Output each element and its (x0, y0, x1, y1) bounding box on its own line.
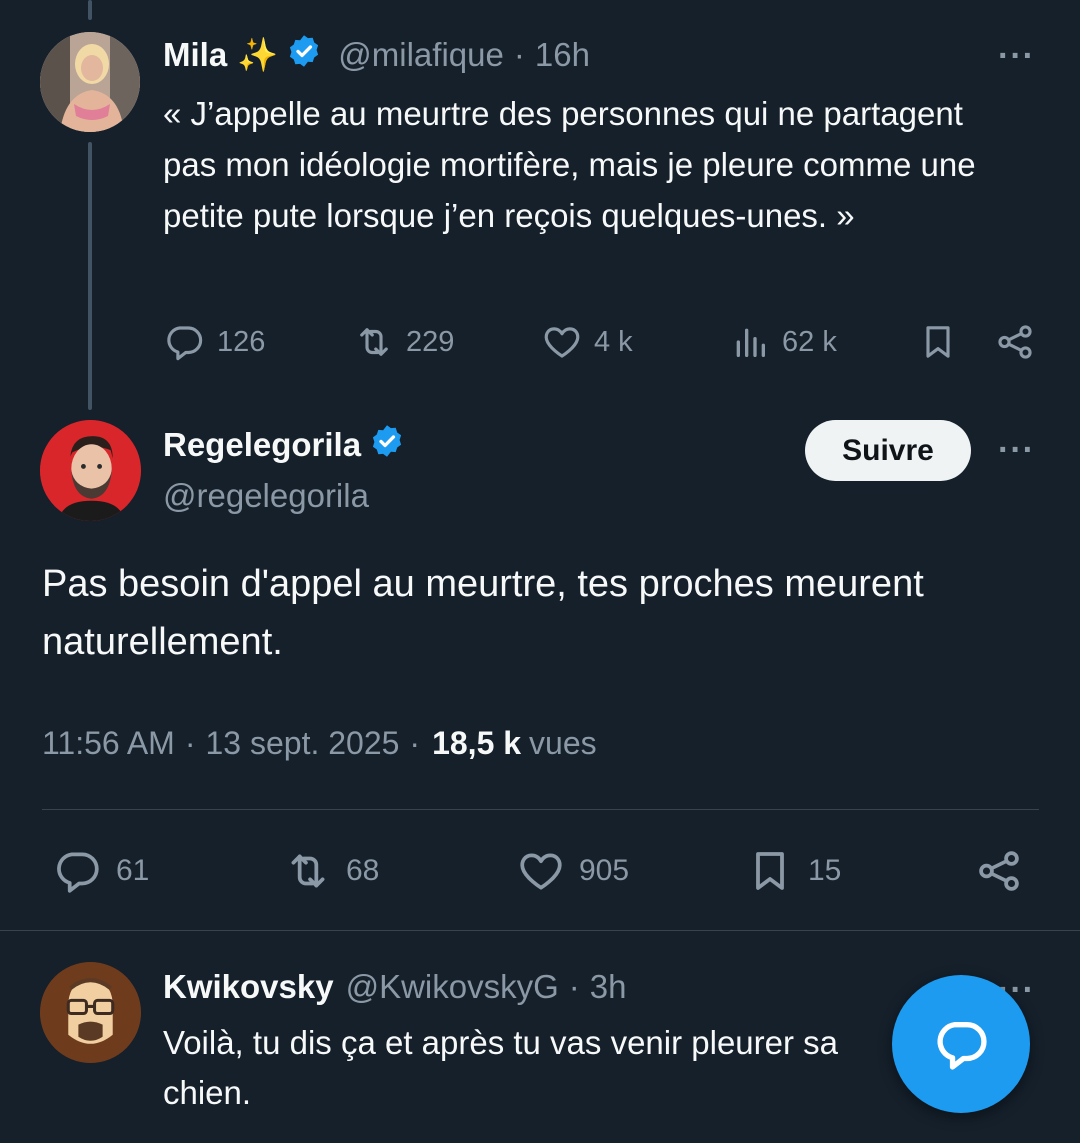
reply-icon (167, 326, 203, 361)
share-button[interactable] (974, 846, 1024, 896)
like-button[interactable]: 4 k (540, 320, 633, 364)
bookmark-icon (926, 326, 950, 358)
author-name[interactable]: Regelegorila (163, 426, 361, 464)
retweet-icon (360, 328, 388, 356)
retweet-button[interactable]: 229 (352, 320, 454, 364)
reply-count: 126 (217, 325, 266, 358)
views-count: 62 k (782, 325, 837, 358)
author-handle[interactable]: @regelegorila (163, 474, 369, 518)
retweet-count: 229 (406, 325, 455, 358)
verified-icon[interactable] (286, 33, 322, 77)
author-handle[interactable]: @KwikovskyG (346, 968, 559, 1006)
share-icon (998, 325, 1032, 359)
like-count: 905 (579, 854, 630, 887)
like-icon (520, 853, 562, 890)
tweet-time[interactable]: 11:56 AM (42, 725, 175, 762)
verified-icon[interactable] (369, 423, 405, 467)
tweet-text: « J’appelle au meurtre des personnes qui… (163, 95, 976, 234)
bookmark-count: 15 (808, 854, 842, 887)
compose-reply-icon (937, 1022, 987, 1070)
avatar-regelegorila[interactable] (40, 420, 141, 521)
meta-separator: · (513, 36, 525, 73)
retweet-icon (291, 854, 325, 888)
share-button[interactable] (994, 320, 1036, 364)
meta-separator: · (568, 968, 580, 1005)
bookmark-button[interactable]: 15 (746, 846, 841, 896)
reply-count: 61 (116, 854, 150, 887)
thread-line (88, 142, 92, 410)
share-icon (979, 851, 1019, 891)
reply-icon (57, 852, 99, 893)
tweet-text: Pas besoin d'appel au meurtre, tes proch… (42, 563, 924, 663)
divider (0, 930, 1080, 931)
views-icon (736, 328, 765, 357)
thread-line-top (88, 0, 92, 20)
compose-reply-button[interactable] (892, 975, 1030, 1113)
retweet-button[interactable]: 68 (282, 846, 379, 896)
more-icon[interactable]: ··· (998, 39, 1035, 73)
meta-separator: · (184, 724, 196, 761)
reply-button[interactable]: 126 (163, 320, 265, 364)
tweet-date[interactable]: 13 sept. 2025 (205, 725, 399, 762)
sparkles-emoji: ✨ (237, 35, 279, 73)
reply-button[interactable]: 61 (52, 846, 149, 896)
views-count[interactable]: 18,5 k (432, 725, 521, 762)
follow-button[interactable]: Suivre (805, 420, 971, 481)
bookmark-button[interactable] (918, 320, 958, 364)
like-count: 4 k (594, 325, 633, 358)
views-button[interactable]: 62 k (730, 320, 837, 364)
like-icon (544, 327, 580, 358)
bookmark-icon (756, 852, 784, 890)
like-button[interactable]: 905 (515, 846, 629, 896)
meta-separator: · (409, 724, 421, 761)
tweet-time[interactable]: 3h (590, 968, 627, 1006)
author-name[interactable]: Mila (163, 36, 227, 74)
author-handle[interactable]: @milafique (338, 36, 504, 74)
divider (42, 809, 1039, 810)
more-icon[interactable]: ··· (998, 433, 1035, 467)
avatar-kwikovsky[interactable] (40, 962, 141, 1063)
retweet-count: 68 (346, 854, 380, 887)
views-label: vues (529, 724, 597, 761)
tweet-time[interactable]: 16h (535, 36, 590, 74)
author-name[interactable]: Kwikovsky (163, 968, 334, 1006)
avatar-mila[interactable] (40, 32, 140, 132)
tweet-text: Voilà, tu dis ça et après tu vas venir p… (163, 1024, 839, 1111)
